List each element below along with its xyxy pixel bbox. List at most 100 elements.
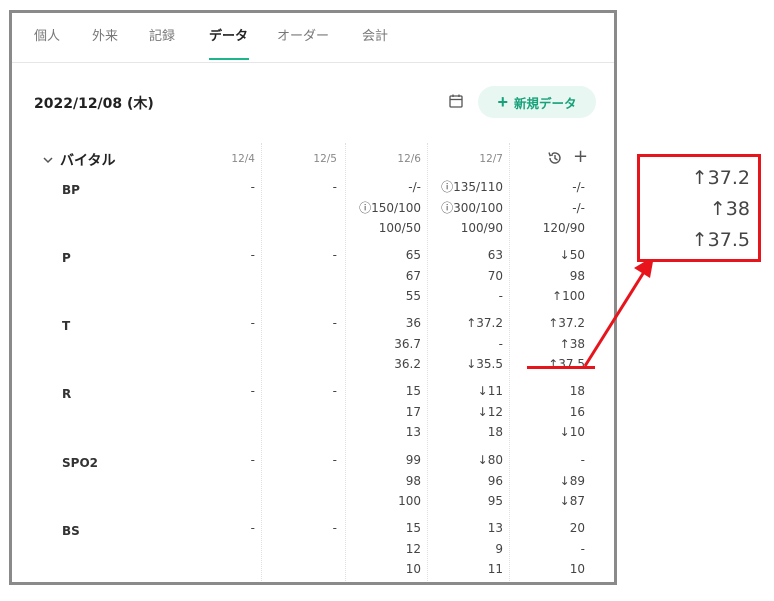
cell-value: 15 (405, 521, 421, 535)
table-cell: -/- ⓘ150/100 100/50 (343, 177, 421, 239)
table-cell: 13 9 11 (425, 518, 503, 580)
table-cell: 18 16 ↓10 (507, 381, 585, 443)
table-cell: 15 17 13 (343, 381, 421, 443)
table-cell: - (177, 177, 255, 198)
cell-value: 20 (569, 521, 585, 535)
cell-value: ↓50 (559, 248, 585, 262)
cell-value: ⓘ150/100 (359, 200, 421, 215)
tab-bar: 個人 外来 記録 データ オーダー 会計 (12, 13, 614, 63)
cell-value: 13 (487, 521, 503, 535)
row-label-t: T (62, 319, 71, 333)
cell-value: 65 (405, 248, 421, 262)
table-cell: ⓘ135/110 ⓘ300/100 100/90 (425, 177, 503, 239)
tab-data[interactable]: データ (209, 27, 248, 59)
column-header-12-7: 12/7 (479, 153, 503, 165)
cell-value: 98 (569, 268, 585, 283)
highlight-underline (527, 366, 595, 369)
tab-billing[interactable]: 会計 (362, 27, 388, 59)
vitals-panel: 個人 外来 記録 データ オーダー 会計 2022/12/08 (木) + 新規… (9, 10, 617, 585)
cell-value: 12 (405, 541, 421, 556)
section-title: バイタル (60, 153, 116, 169)
table-cell: -/- -/- 120/90 (507, 177, 585, 239)
plus-icon: + (497, 92, 508, 112)
cell-value: -/- (572, 200, 585, 215)
table-cell: ↑37.2 - ↓35.5 (425, 313, 503, 375)
cell-value: - (332, 521, 337, 535)
table-cell: - (177, 313, 255, 334)
row-label-bp: BP (62, 183, 80, 197)
calendar-icon[interactable] (448, 93, 464, 109)
cell-value: 98 (405, 473, 421, 488)
table-cell: - ↓89 ↓87 (507, 450, 585, 512)
cell-value: -/- (408, 180, 421, 194)
cell-value: -/- (572, 180, 585, 194)
cell-value: - (332, 316, 337, 330)
cell-value: 36 (405, 316, 421, 330)
cell-value: ↓11 (477, 384, 503, 398)
tab-outpatient[interactable]: 外来 (92, 27, 118, 59)
cell-value: 13 (405, 425, 421, 439)
callout-value: ↑37.5 (691, 229, 750, 251)
cell-value: 100 (398, 494, 421, 508)
cell-value: ↓35.5 (466, 357, 503, 371)
cell-value: 70 (487, 268, 503, 283)
cell-value: 18 (569, 384, 585, 398)
cell-value: ⓘ135/110 (441, 180, 503, 194)
cell-value: ↑100 (552, 289, 585, 303)
cell-value: - (332, 180, 337, 194)
table-cell: ↓11 ↓12 18 (425, 381, 503, 443)
cell-value: 15 (405, 384, 421, 398)
cell-value: 120/90 (542, 221, 585, 235)
table-cell: - (259, 177, 337, 198)
cell-value: - (250, 180, 255, 194)
table-cell: 65 67 55 (343, 245, 421, 307)
callout-value: ↑38 (709, 198, 750, 220)
cell-value: 9 (495, 541, 503, 556)
row-label-spo2: SPO2 (62, 456, 98, 470)
tab-personal[interactable]: 個人 (34, 27, 60, 59)
plus-icon[interactable]: + (573, 148, 588, 166)
history-icon[interactable] (547, 150, 563, 166)
chevron-down-icon (43, 157, 53, 164)
tab-order[interactable]: オーダー (277, 27, 329, 59)
callout-box: ↑37.2 ↑38 ↑37.5 (637, 154, 761, 262)
cell-value: ↑37.2 (466, 316, 503, 330)
table-cell: 36 36.7 36.2 (343, 313, 421, 375)
table-cell: ↓50 98 ↑100 (507, 245, 585, 307)
cell-value: - (498, 289, 503, 303)
cell-value: 11 (487, 562, 503, 576)
table-cell: - (259, 518, 337, 539)
cell-value: ↓87 (559, 494, 585, 508)
cell-value: - (498, 336, 503, 351)
date-title: 2022/12/08 (木) (34, 96, 154, 112)
table-cell: - (259, 450, 337, 471)
table-cell: - (177, 381, 255, 402)
vitals-section-toggle[interactable]: バイタル (42, 150, 115, 170)
cell-value: ↑37.5 (548, 357, 585, 371)
table-cell: ↓80 96 95 (425, 450, 503, 512)
cell-value: - (332, 453, 337, 467)
cell-value: 67 (405, 268, 421, 283)
row-label-r: R (62, 387, 72, 401)
cell-value: 10 (405, 562, 421, 576)
cell-value: 16 (569, 404, 585, 419)
cell-value: 55 (405, 289, 421, 303)
row-label-p: P (62, 251, 71, 265)
column-header-12-4: 12/4 (231, 153, 255, 165)
column-divider (261, 143, 262, 582)
tab-records[interactable]: 記録 (149, 27, 175, 59)
cell-value: 36.7 (394, 336, 421, 351)
new-data-button[interactable]: + 新規データ (478, 86, 596, 118)
row-label-bs: BS (62, 524, 80, 538)
cell-value: - (250, 248, 255, 262)
cell-value: ↓80 (477, 453, 503, 467)
cell-value: 100/50 (378, 221, 421, 235)
new-data-label: 新規データ (514, 96, 577, 111)
cell-value: ⓘ300/100 (441, 200, 503, 215)
cell-value: 95 (487, 494, 503, 508)
table-cell: - (259, 313, 337, 334)
cell-value: ↑38 (559, 336, 585, 351)
cell-value: ↓12 (477, 404, 503, 419)
table-cell: - (259, 245, 337, 266)
cell-value: ↓10 (559, 425, 585, 439)
